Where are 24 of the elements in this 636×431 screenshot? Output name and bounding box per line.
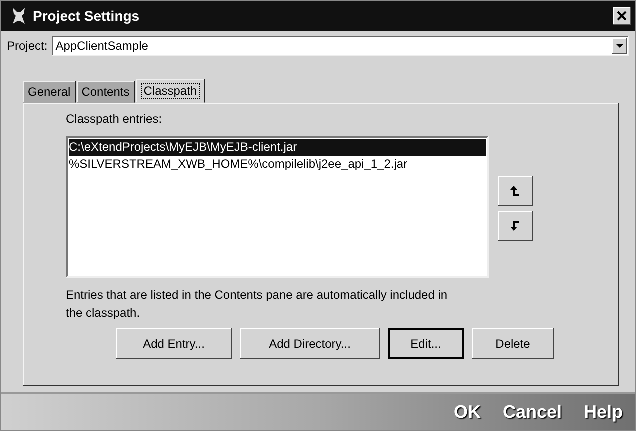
action-button[interactable]: Add Entry...: [116, 328, 232, 359]
down-arrow-icon: [510, 220, 522, 232]
figure-icon: [11, 7, 27, 25]
window-title: Project Settings: [33, 8, 141, 24]
move-up-button[interactable]: [498, 176, 533, 206]
tab[interactable]: General: [23, 81, 76, 103]
classpath-label: Classpath entries:: [66, 112, 164, 126]
list-item[interactable]: %SILVERSTREAM_XWB_HOME%\compilelib\j2ee_api_1_2.jar: [69, 156, 486, 173]
close-button[interactable]: [613, 7, 631, 25]
list-item[interactable]: C:\eXtendProjects\MyEJB\MyEJB-client.jar: [69, 139, 486, 156]
action-button[interactable]: Edit...: [388, 328, 464, 359]
action-button[interactable]: Add Directory...: [240, 328, 380, 359]
project-label: Project:: [7, 39, 48, 53]
tab[interactable]: Classpath: [136, 79, 206, 103]
project-dropdown[interactable]: AppClientSample: [52, 36, 629, 56]
action-button[interactable]: Delete: [472, 328, 554, 359]
footer-button[interactable]: Help: [580, 402, 627, 422]
up-arrow-icon: [510, 185, 522, 197]
close-icon: [617, 11, 627, 21]
tab[interactable]: Contents: [76, 81, 135, 103]
footer-button[interactable]: Cancel: [498, 402, 566, 422]
move-down-button[interactable]: [498, 211, 533, 241]
classpath-note: Entries that are listed in the Contents pane are automatically included in the classpath.: [66, 287, 449, 322]
classpath-list[interactable]: C:\eXtendProjects\MyEJB\MyEJB-client.jar %SILVERSTREAM_XWB_HOME%\compilelib\j2ee_api_1_2.jar: [66, 136, 489, 278]
